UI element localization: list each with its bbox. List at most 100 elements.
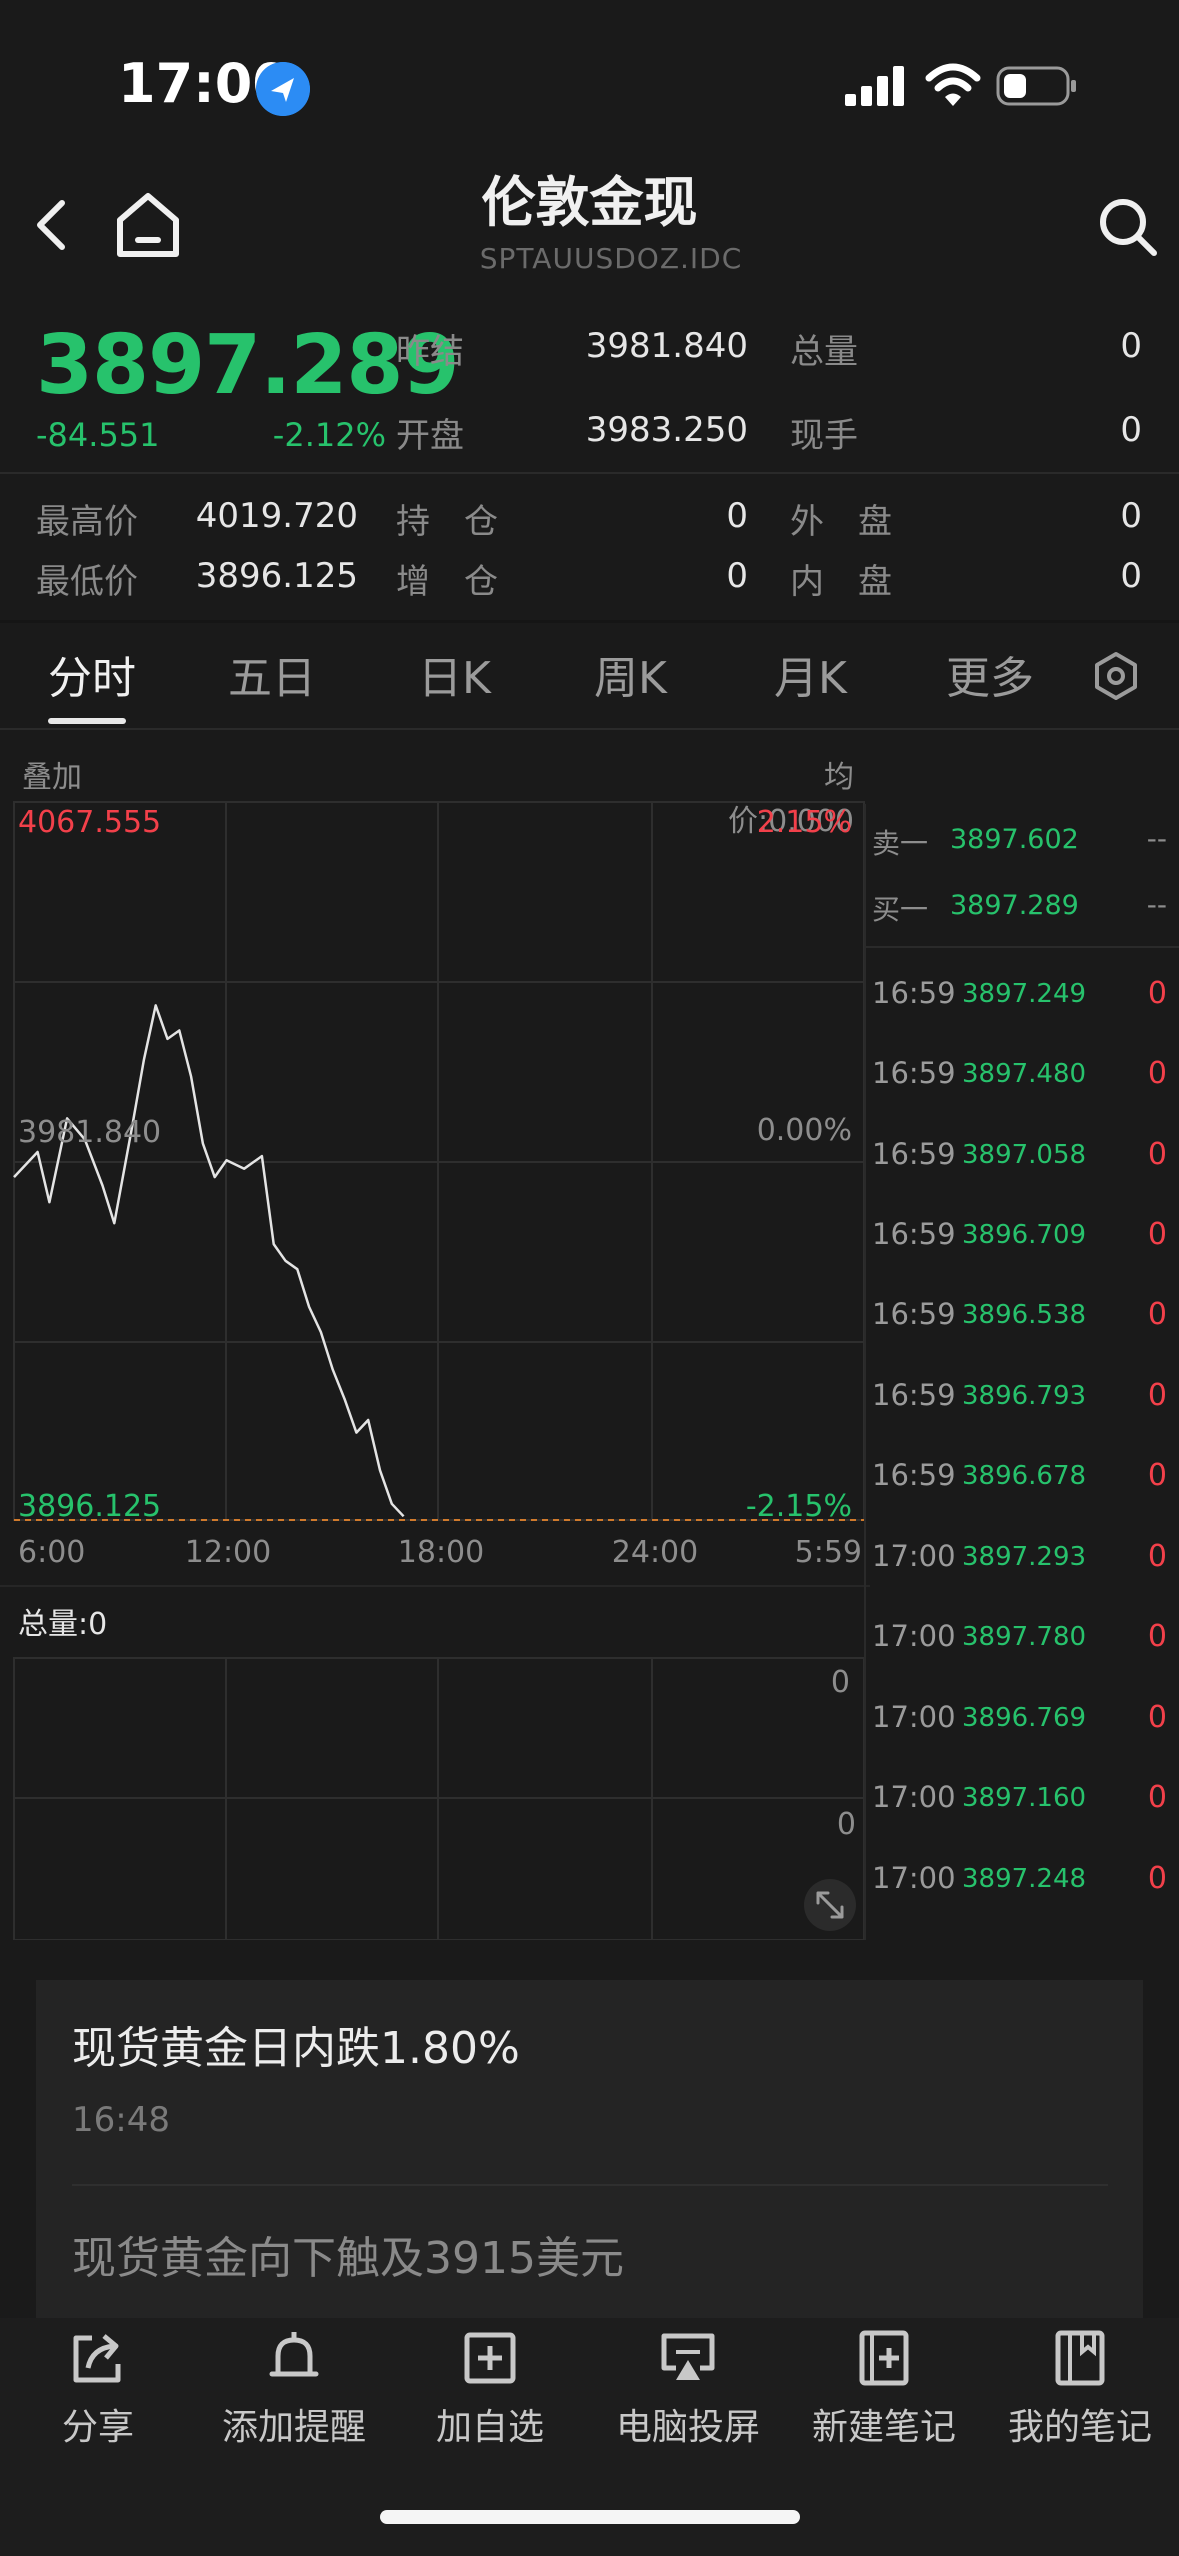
tick-time: 17:00 <box>872 1539 956 1573</box>
divider <box>0 472 1179 474</box>
outer-volume-value: 0 <box>1120 496 1142 536</box>
low-value: 3896.125 <box>195 556 358 596</box>
divider <box>866 946 1179 948</box>
sell1-price: 3897.602 <box>950 824 1079 855</box>
tab-monthly-k[interactable]: 月K <box>774 642 847 706</box>
low-label: 最低价 <box>36 562 138 602</box>
tick-volume: 0 <box>1147 976 1167 1011</box>
tick-volume: 0 <box>1147 1056 1167 1091</box>
page-title: 伦敦金现 <box>481 171 698 234</box>
buy1-volume: -- <box>1146 888 1167 921</box>
x-tick-label: 24:00 <box>612 1535 698 1570</box>
tick-volume: 0 <box>1147 1539 1167 1574</box>
tick-time: 16:59 <box>872 1137 956 1171</box>
sell1-label: 卖一 <box>872 827 929 860</box>
sell1-volume: -- <box>1146 822 1167 855</box>
tick-volume: 0 <box>1147 1217 1167 1252</box>
active-tab-indicator <box>48 718 126 724</box>
news-headline[interactable]: 现货黄金日内跌1.80% <box>72 2012 520 2076</box>
share-icon <box>73 2334 121 2383</box>
volume-tick-label: 0 <box>837 1807 856 1842</box>
max-price-label: 4067.555 <box>18 805 161 840</box>
outer-volume-label: 外 盘 <box>790 502 892 542</box>
home-indicator <box>380 2510 800 2524</box>
intraday-chart[interactable]: 4067.555 2.15% 3981.840 0.00% 3896.125 -… <box>0 740 870 1940</box>
tab-five-day[interactable]: 五日 <box>228 642 316 706</box>
min-price-label: 3896.125 <box>18 1489 161 1524</box>
tick-price: 3896.538 <box>962 1300 1087 1330</box>
new-note-icon <box>859 2330 909 2386</box>
tab-daily-k[interactable]: 日K <box>418 642 491 706</box>
ref-price-label: 3981.840 <box>18 1115 161 1150</box>
ref-pct-label: 0.00% <box>757 1113 852 1148</box>
tick-time: 16:59 <box>872 1297 956 1331</box>
tick-price: 3896.769 <box>962 1703 1087 1733</box>
tick-volume: 0 <box>1147 1861 1167 1896</box>
fullscreen-icon[interactable] <box>804 1879 856 1931</box>
tab-weekly-k[interactable]: 周K <box>594 642 667 706</box>
tick-price: 3897.780 <box>962 1622 1087 1652</box>
new-note-button[interactable]: 新建笔记 <box>786 2328 982 2450</box>
battery-icon <box>996 66 1076 106</box>
cast-to-pc-label: 电脑投屏 <box>615 2407 760 2448</box>
my-notes-button[interactable]: 我的笔记 <box>982 2328 1178 2450</box>
tick-price: 3896.678 <box>962 1461 1087 1491</box>
volume-tick-label: 0 <box>831 1665 850 1700</box>
price-line <box>13 1004 405 1518</box>
tick-time: 17:00 <box>872 1700 956 1734</box>
tick-price: 3897.160 <box>962 1783 1087 1813</box>
add-alert-label: 添加提醒 <box>221 2407 366 2448</box>
x-tick-label: 5:59 <box>795 1535 862 1570</box>
price-change: -84.551 <box>36 416 160 454</box>
max-pct-label: 2.15% <box>757 805 852 840</box>
buy1-price: 3897.289 <box>950 890 1079 921</box>
search-icon[interactable] <box>1096 195 1160 259</box>
tick-volume: 0 <box>1147 1700 1167 1735</box>
volume-total-label: 总量:0 <box>18 1607 107 1642</box>
cast-to-pc-button[interactable]: 电脑投屏 <box>590 2328 786 2450</box>
min-pct-label: -2.15% <box>746 1489 852 1524</box>
tick-price: 3897.058 <box>962 1140 1087 1170</box>
total-volume-label: 总量 <box>790 332 858 372</box>
open-label: 开盘 <box>396 416 464 456</box>
tick-price: 3897.248 <box>962 1864 1087 1894</box>
my-notes-label: 我的笔记 <box>1007 2407 1152 2448</box>
notebook-icon <box>1055 2330 1105 2386</box>
current-hand-label: 现手 <box>790 416 858 456</box>
buy1-label: 买一 <box>872 893 929 926</box>
open-interest-label: 持 仓 <box>396 502 498 542</box>
tick-volume: 0 <box>1147 1378 1167 1413</box>
add-alert-button[interactable]: 添加提醒 <box>196 2328 392 2450</box>
x-tick-label: 12:00 <box>185 1535 271 1570</box>
new-note-label: 新建笔记 <box>811 2407 956 2448</box>
share-button[interactable]: 分享 <box>0 2328 196 2450</box>
screen-cast-icon <box>661 2333 715 2380</box>
prev-settle-label: 昨结 <box>396 332 464 372</box>
cellular-signal-icon <box>845 66 904 106</box>
bell-icon <box>269 2332 319 2377</box>
tick-time: 17:00 <box>872 1861 956 1895</box>
tick-time: 16:59 <box>872 976 956 1010</box>
add-watchlist-button[interactable]: 加自选 <box>392 2328 588 2450</box>
tick-volume: 0 <box>1147 1619 1167 1654</box>
settings-icon[interactable] <box>1090 650 1142 702</box>
oi-change-label: 增 仓 <box>396 562 498 602</box>
tick-time: 16:59 <box>872 1217 956 1251</box>
tick-price: 3897.249 <box>962 979 1087 1009</box>
tab-more[interactable]: 更多 <box>946 642 1034 706</box>
tab-intraday[interactable]: 分时 <box>48 642 136 706</box>
news-headline[interactable]: 现货黄金向下触及3915美元 <box>72 2222 624 2286</box>
tick-price: 3896.709 <box>962 1220 1087 1250</box>
news-time: 16:48 <box>72 2100 170 2140</box>
tick-time: 16:59 <box>872 1378 956 1412</box>
tick-price: 3897.293 <box>962 1542 1087 1572</box>
add-box-icon <box>464 2332 516 2384</box>
inner-volume-value: 0 <box>1120 556 1142 596</box>
tick-volume: 0 <box>1147 1297 1167 1332</box>
tick-time: 17:00 <box>872 1780 956 1814</box>
oi-change-value: 0 <box>726 556 748 596</box>
tick-time: 17:00 <box>872 1619 956 1653</box>
divider <box>0 620 1179 623</box>
x-tick-label: 18:00 <box>398 1535 484 1570</box>
tick-volume: 0 <box>1147 1137 1167 1172</box>
